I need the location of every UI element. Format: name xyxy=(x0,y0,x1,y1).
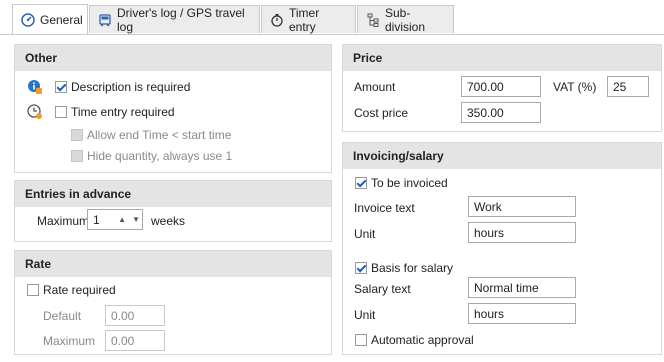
allow-end-time-checkbox[interactable] xyxy=(71,129,83,141)
rate-default-label: Default xyxy=(43,309,82,323)
vat-input[interactable]: 25 xyxy=(607,76,649,97)
tab-drivers-log[interactable]: Driver's log / GPS travel log xyxy=(89,5,260,34)
invoice-text-label: Invoice text xyxy=(354,201,415,215)
basis-for-salary-checkbox[interactable] xyxy=(355,262,367,274)
tab-bar: General Driver's log / GPS travel log Ti… xyxy=(0,0,664,35)
invoicing-panel: Invoicing/salary To be invoiced Invoice … xyxy=(342,142,662,355)
unit-input[interactable]: hours xyxy=(468,222,576,243)
tab-label: Timer entry xyxy=(289,5,320,34)
description-required-label: Description is required xyxy=(71,80,191,94)
rate-required-checkbox[interactable] xyxy=(27,284,39,296)
spinner-value: 1 xyxy=(93,212,100,227)
unit2-label: Unit xyxy=(354,308,376,322)
tab-sub-division[interactable]: Sub-division xyxy=(357,5,454,34)
amount-label: Amount xyxy=(354,80,396,94)
invoice-text-input[interactable]: Work xyxy=(468,196,576,217)
salary-text-input[interactable]: Normal time xyxy=(468,277,576,298)
tab-label: Sub-division xyxy=(385,5,426,34)
rate-panel: Rate Rate required Default 0.00 Maximum … xyxy=(14,250,332,355)
rate-maximum-input[interactable]: 0.00 xyxy=(105,330,165,351)
price-panel: Price Amount 700.00 VAT (%) 25 Cost pric… xyxy=(342,44,662,132)
salary-text-label: Salary text xyxy=(354,282,411,296)
to-be-invoiced-label: To be invoiced xyxy=(371,176,448,190)
other-title: Other xyxy=(15,45,331,71)
entries-panel: Entries in advance Maximum 1 ▲ ▼ weeks xyxy=(14,180,332,242)
stopwatch-icon xyxy=(271,13,283,27)
gauge-icon xyxy=(21,12,35,27)
entries-maximum-spinner[interactable]: 1 ▲ ▼ xyxy=(87,209,143,230)
hide-quantity-checkbox[interactable] xyxy=(71,150,83,162)
tab-label: General xyxy=(40,12,83,27)
other-panel: Other Description is required Time entry… xyxy=(14,44,332,173)
description-required-checkbox[interactable] xyxy=(55,81,67,93)
clock-icon xyxy=(27,104,42,119)
basis-for-salary-label: Basis for salary xyxy=(371,261,454,275)
hierarchy-icon xyxy=(367,13,379,27)
cost-price-input[interactable]: 350.00 xyxy=(461,102,541,123)
rate-default-input[interactable]: 0.00 xyxy=(105,305,165,326)
car-icon xyxy=(99,13,111,26)
amount-input[interactable]: 700.00 xyxy=(461,76,541,97)
tab-timer-entry[interactable]: Timer entry xyxy=(261,5,356,34)
price-title: Price xyxy=(343,45,661,71)
invoicing-title: Invoicing/salary xyxy=(343,143,661,169)
entries-maximum-label: Maximum xyxy=(37,214,90,228)
unit2-input[interactable]: hours xyxy=(468,303,576,324)
info-lock-icon xyxy=(28,80,42,94)
spin-down-icon[interactable]: ▼ xyxy=(132,215,140,224)
tab-general[interactable]: General xyxy=(12,4,88,34)
rate-title: Rate xyxy=(15,251,331,277)
cost-price-label: Cost price xyxy=(354,106,409,120)
vat-label: VAT (%) xyxy=(553,80,597,94)
allow-end-time-label: Allow end Time < start time xyxy=(87,128,232,142)
to-be-invoiced-checkbox[interactable] xyxy=(355,177,367,189)
rate-maximum-label: Maximum xyxy=(43,334,96,348)
entries-title: Entries in advance xyxy=(15,181,331,207)
time-entry-required-checkbox[interactable] xyxy=(55,106,67,118)
tab-label: Driver's log / GPS travel log xyxy=(117,5,245,34)
unit-label: Unit xyxy=(354,227,376,241)
automatic-approval-checkbox[interactable] xyxy=(355,334,367,346)
time-entry-required-label: Time entry required xyxy=(71,105,175,119)
entries-unit-label: weeks xyxy=(151,214,186,228)
automatic-approval-label: Automatic approval xyxy=(371,333,474,347)
rate-required-label: Rate required xyxy=(43,283,116,297)
hide-quantity-label: Hide quantity, always use 1 xyxy=(87,149,233,163)
spin-up-icon[interactable]: ▲ xyxy=(118,215,126,224)
